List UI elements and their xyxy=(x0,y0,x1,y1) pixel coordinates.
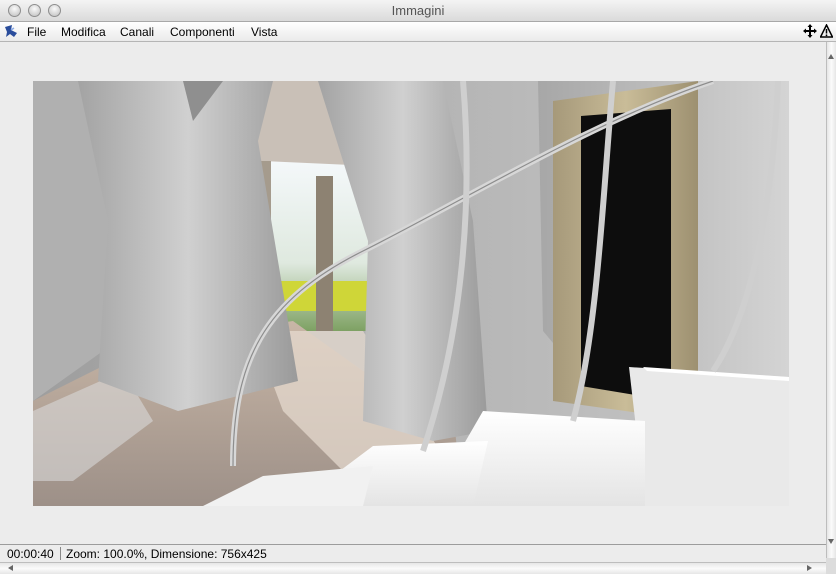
horizontal-scrollbar[interactable] xyxy=(0,562,826,574)
app-icon[interactable] xyxy=(3,24,19,39)
move-icon[interactable] xyxy=(802,24,817,38)
window-title: Immagini xyxy=(391,3,445,18)
zoom-dimension-info: Zoom: 100.0%, Dimensione: 756x425 xyxy=(66,547,267,561)
rendered-image[interactable] xyxy=(33,81,789,506)
menu-componenti[interactable]: Componenti xyxy=(170,25,235,39)
rendered-interior-image xyxy=(33,81,789,506)
vertical-scrollbar[interactable] xyxy=(826,42,836,558)
status-bar: 00:00:40 Zoom: 100.0%, Dimensione: 756x4… xyxy=(0,544,826,562)
warning-icon[interactable] xyxy=(820,24,833,38)
menubar-right-icons xyxy=(802,24,833,38)
resize-corner[interactable] xyxy=(826,558,836,574)
render-time: 00:00:40 xyxy=(7,547,54,561)
scroll-down-arrow-icon[interactable] xyxy=(828,539,834,544)
menu-bar: File Modifica Canali Componenti Vista xyxy=(0,22,836,42)
scroll-right-arrow-icon[interactable] xyxy=(807,565,812,571)
menu-file[interactable]: File xyxy=(27,25,46,39)
menu-vista[interactable]: Vista xyxy=(251,25,277,39)
scroll-left-arrow-icon[interactable] xyxy=(8,565,13,571)
menu-canali[interactable]: Canali xyxy=(120,25,154,39)
menu-modifica[interactable]: Modifica xyxy=(61,25,106,39)
title-bar[interactable]: Immagini xyxy=(0,0,836,22)
scroll-up-arrow-icon[interactable] xyxy=(828,54,834,59)
status-divider xyxy=(60,547,61,560)
